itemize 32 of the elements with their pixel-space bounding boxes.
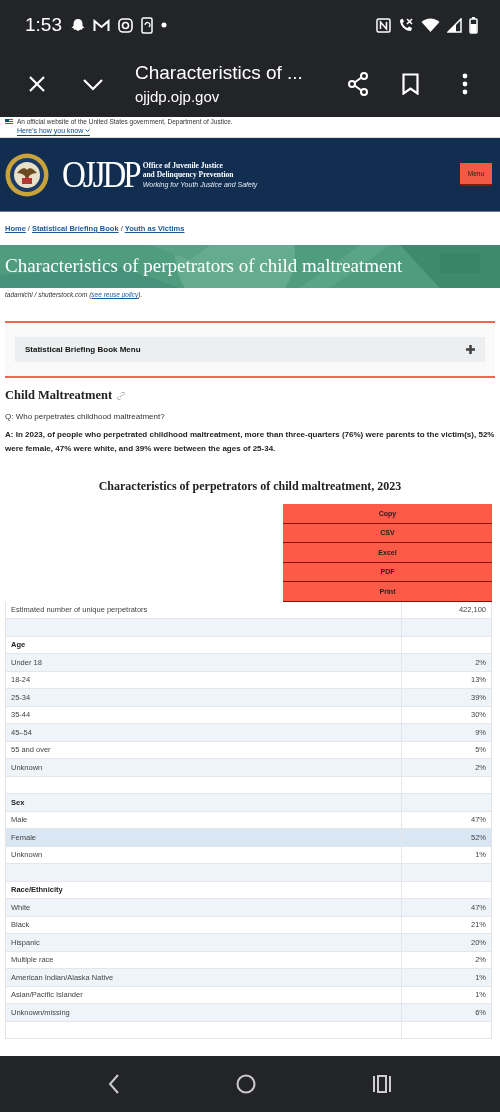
page-heading: Characteristics of perpetrators of child maltreatment	[5, 254, 403, 278]
wifi-icon	[421, 17, 440, 33]
home-icon[interactable]	[236, 1074, 256, 1094]
phone-icon	[141, 16, 153, 34]
share-icon[interactable]	[347, 71, 369, 96]
chevron-down-icon	[85, 128, 91, 133]
nfc-icon	[376, 17, 391, 33]
chevron-down-icon[interactable]	[82, 76, 104, 91]
section-menu-toggle[interactable]: Statistical Briefing Book Menu	[15, 337, 485, 362]
close-icon[interactable]	[28, 74, 46, 93]
plus-icon	[466, 345, 475, 354]
call-icon	[398, 17, 414, 33]
question-text: Q: Who perpetrates childhood maltreatment?	[5, 412, 166, 421]
bookmark-icon[interactable]	[402, 72, 419, 95]
flag-icon	[5, 119, 13, 124]
more-icon[interactable]	[462, 72, 468, 95]
recents-icon[interactable]	[372, 1075, 392, 1093]
dot-icon	[161, 22, 167, 28]
page-url: ojjdp.ojp.gov	[135, 88, 221, 105]
page-title: Characteristics of ...	[135, 62, 304, 84]
back-icon[interactable]	[108, 1074, 120, 1094]
section-heading: Child Maltreatment	[5, 388, 113, 403]
seal-icon	[5, 152, 49, 197]
signal-icon	[447, 17, 462, 33]
battery-icon	[469, 16, 478, 34]
answer-text: A: In 2023, of people who perpetrated childhood maltreatment, more than three-quarters (76%) were parents to the victim(s), 52% were female, 47% were white, and 39% were between the ages of 25-34.	[5, 429, 495, 455]
mail-icon	[93, 18, 110, 32]
status-time: 1:53	[25, 14, 62, 36]
ghost-icon	[71, 17, 85, 33]
camera-icon	[118, 17, 133, 33]
logo-wordmark: OJJDP	[62, 153, 139, 196]
table-title: Characteristics of perpetrators of child maltreatment, 2023	[97, 479, 403, 494]
